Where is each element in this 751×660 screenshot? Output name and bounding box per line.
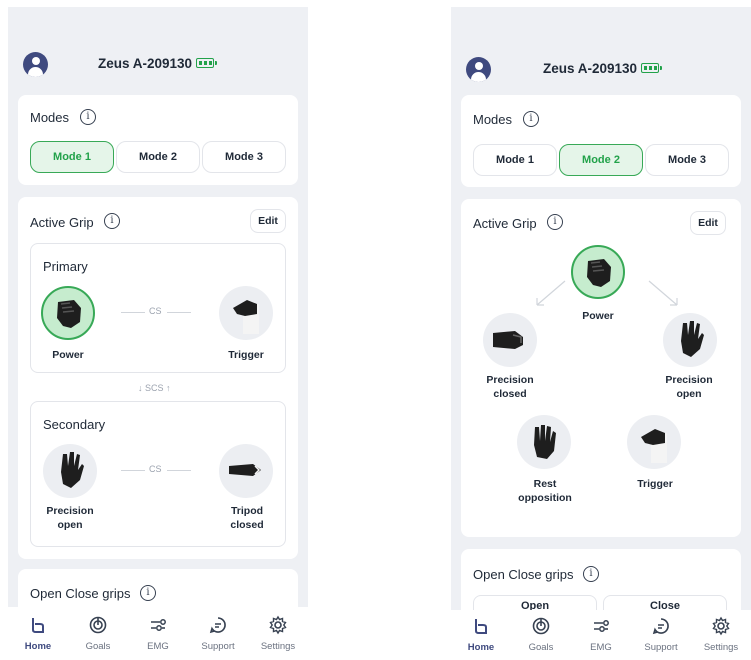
grip-label: Power [52,349,84,361]
grip-label: Rest opposition [518,478,572,504]
open-close-title: Open Close grips [473,567,574,582]
active-grip-title: Active Grip [473,216,537,231]
grip-label: Precision open [46,505,94,531]
nav-emg[interactable]: EMG [128,613,188,657]
phone-screen-mode-1: Zeus A-209130 Modes i Mode 1 Mode 2 Mode… [8,7,308,660]
nav-support[interactable]: Support [631,614,691,658]
connector-label: CS [149,306,162,316]
edit-button[interactable]: Edit [690,211,726,235]
modes-card: Modes i Mode 1 Mode 2 Mode 3 [18,95,298,185]
device-name: Zeus A-209130 [543,61,638,76]
grip-label: Precision closed [486,374,534,400]
secondary-grip-panel: Secondary Precision open CS Tripod close… [30,401,286,547]
modes-title: Modes [473,112,513,127]
open-close-card: Open Close grips i Open Close [461,549,741,625]
mode-3-button[interactable]: Mode 3 [202,141,286,173]
avatar[interactable] [23,52,48,77]
nav-settings[interactable]: Settings [691,614,751,658]
edit-button[interactable]: Edit [250,209,286,233]
grip-label: Tripod closed [230,505,264,531]
trigger-grip-icon[interactable] [219,286,273,340]
active-grip-card: Active Grip i Edit Primary Power CS Trig… [18,197,298,559]
grip-label: Power [582,310,614,322]
active-grip-title: Active Grip [30,215,94,230]
connector-line [121,312,145,313]
power-grip-icon[interactable] [41,286,95,340]
target-icon [531,616,551,636]
emg-icon [148,615,168,635]
gear-icon [711,616,731,636]
mode-2-button[interactable]: Mode 2 [559,144,643,176]
chat-icon [651,616,671,636]
info-icon[interactable]: i [104,213,120,229]
switch-label: ↓ SCS ↑ [138,383,171,393]
avatar[interactable] [466,57,491,82]
grip-label: Trigger [637,478,673,490]
mode-2-button[interactable]: Mode 2 [116,141,200,173]
primary-grip-panel: Primary Power CS Trigger [30,243,286,373]
chat-icon [208,615,228,635]
trigger-grip-icon[interactable] [627,415,681,469]
emg-icon [591,616,611,636]
connector-line [167,312,191,313]
nav-home[interactable]: Home [451,614,511,658]
phone-screen-mode-2: Zeus A-209130 Modes i Mode 1 Mode 2 Mode… [451,7,751,660]
connector-line [121,470,145,471]
device-name: Zeus A-209130 [98,56,193,71]
modes-title: Modes [30,110,70,125]
nav-emg[interactable]: EMG [571,614,631,658]
nav-support[interactable]: Support [188,613,248,657]
secondary-title: Secondary [43,417,106,432]
battery-icon [641,63,662,73]
info-icon[interactable]: i [140,585,156,601]
rest-opposition-grip-icon[interactable] [517,415,571,469]
info-icon[interactable]: i [80,109,96,125]
nav-goals[interactable]: Goals [68,613,128,657]
connector-line [167,470,191,471]
home-hand-icon [471,616,491,636]
target-icon [88,615,108,635]
open-close-title: Open Close grips [30,586,131,601]
tripod-closed-grip-icon[interactable] [219,444,273,498]
power-grip-icon[interactable] [571,245,625,299]
bottom-navigation: Home Goals EMG Support Settings [8,607,308,660]
mode-3-button[interactable]: Mode 3 [645,144,729,176]
gear-icon [268,615,288,635]
precision-open-grip-icon[interactable] [663,313,717,367]
mode-1-button[interactable]: Mode 1 [473,144,557,176]
cycle-arrow [648,280,678,306]
nav-home[interactable]: Home [8,613,68,657]
info-icon[interactable]: i [547,214,563,230]
nav-goals[interactable]: Goals [511,614,571,658]
primary-title: Primary [43,259,88,274]
home-hand-icon [28,615,48,635]
info-icon[interactable]: i [583,566,599,582]
nav-settings[interactable]: Settings [248,613,308,657]
battery-icon [196,58,217,68]
device-header: Zeus A-209130 [451,52,751,86]
grip-label: Precision open [665,374,713,400]
cycle-arrow [536,280,566,306]
grip-label: Trigger [228,349,264,361]
bottom-navigation: Home Goals EMG Support Settings [451,610,751,660]
info-icon[interactable]: i [523,111,539,127]
modes-card: Modes i Mode 1 Mode 2 Mode 3 [461,95,741,187]
device-header: Zeus A-209130 [8,47,308,81]
precision-open-grip-icon[interactable] [43,444,97,498]
precision-closed-grip-icon[interactable] [483,313,537,367]
mode-1-button[interactable]: Mode 1 [30,141,114,173]
connector-label: CS [149,464,162,474]
active-grip-card: Active Grip i Edit Power Precision close… [461,199,741,537]
